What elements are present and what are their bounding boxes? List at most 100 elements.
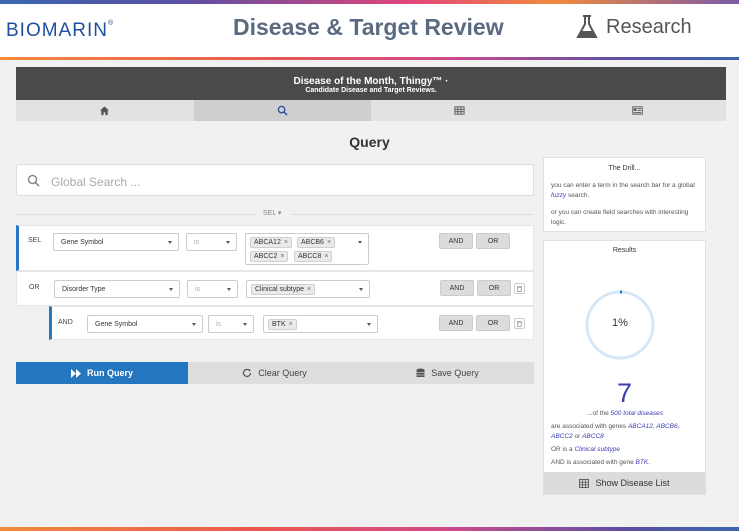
value-tag[interactable]: BTK ×	[268, 319, 297, 330]
row-label: AND	[58, 319, 73, 326]
row-label: SEL	[28, 237, 42, 244]
chevron-down-icon	[227, 288, 231, 291]
remove-tag-icon[interactable]: ×	[307, 286, 311, 293]
sel-divider-label: SEL ▾	[263, 210, 282, 217]
results-and-prefix: AND is associated with gene	[551, 459, 636, 466]
and-button[interactable]: AND	[439, 315, 473, 331]
clear-query-button[interactable]: Clear Query	[188, 362, 361, 384]
refresh-icon	[243, 368, 252, 378]
value-multiselect[interactable]: Clinical subtype ×	[246, 280, 370, 298]
footer-stripe	[0, 527, 739, 531]
delete-row-button[interactable]	[514, 318, 525, 329]
logo-text: BIOMARIN	[6, 20, 108, 41]
or-button[interactable]: OR	[476, 233, 510, 249]
remove-tag-icon[interactable]: ×	[327, 239, 331, 246]
value-multiselect[interactable]: ABCA12 × ABCB6 × ABCC2 × ABCC8 ×	[245, 233, 369, 265]
divider-line-left	[16, 214, 256, 215]
operator-select[interactable]: is	[186, 233, 237, 251]
tag-label: BTK	[272, 321, 286, 328]
remove-tag-icon[interactable]: ×	[289, 321, 293, 328]
tab-home[interactable]	[16, 100, 194, 121]
chevron-down-icon	[367, 323, 371, 326]
results-assoc-prefix: are associated with genes	[551, 423, 628, 430]
drill-title: The Drill...	[608, 165, 641, 172]
or-button[interactable]: OR	[476, 315, 510, 331]
chevron-down-icon	[168, 241, 172, 244]
sel-divider[interactable]: SEL ▾	[16, 209, 534, 219]
header-top-stripe	[0, 0, 739, 4]
tab-table[interactable]	[371, 100, 549, 121]
app-header: BIOMARIN® Disease & Target Review Resear…	[0, 0, 739, 60]
results-gene-abcc8: ABCC8	[582, 433, 604, 440]
id-card-icon	[632, 106, 643, 115]
value-tag[interactable]: ABCA12 ×	[250, 237, 292, 248]
results-clinical-subtype: Clinical subtype	[574, 446, 621, 453]
tab-cards[interactable]	[549, 100, 727, 121]
remove-tag-icon[interactable]: ×	[280, 253, 284, 260]
value-tag[interactable]: ABCB6 ×	[297, 237, 336, 248]
operator-value: is	[195, 286, 201, 293]
show-disease-list-button[interactable]: Show Disease List	[544, 472, 705, 494]
results-gene-abcc2: ABCC2	[551, 433, 573, 440]
operator-select[interactable]: is	[208, 315, 254, 333]
clear-query-label: Clear Query	[258, 368, 307, 378]
run-query-button[interactable]: Run Query	[16, 362, 188, 384]
results-count: 7	[616, 378, 633, 408]
field-select[interactable]: Disorder Type	[54, 280, 180, 298]
field-select-value: Gene Symbol	[95, 321, 138, 328]
banner-title: Disease of the Month, Thingy™ ·	[293, 76, 449, 87]
results-gene-btk: BTK	[635, 459, 649, 466]
field-select-value: Gene Symbol	[61, 239, 104, 246]
query-heading: Query	[349, 134, 390, 150]
value-tag[interactable]: Clinical subtype ×	[251, 284, 316, 295]
database-icon	[416, 368, 425, 377]
drill-text-1a: you can enter a term in the search bar f…	[551, 182, 695, 189]
value-tag[interactable]: ABCC8 ×	[294, 251, 333, 262]
and-button[interactable]: AND	[440, 280, 474, 296]
operator-value: is	[194, 239, 200, 246]
save-query-button[interactable]: Save Query	[361, 362, 534, 384]
drill-panel: The Drill... you can enter a term in the…	[543, 157, 706, 232]
chevron-down-icon	[358, 241, 362, 244]
biomarin-logo[interactable]: BIOMARIN®	[6, 20, 114, 42]
flask-icon	[576, 15, 598, 38]
trash-icon	[516, 286, 523, 292]
total-diseases-link[interactable]: 500 total diseases	[611, 410, 663, 417]
home-icon	[100, 106, 110, 116]
show-disease-list-label: Show Disease List	[595, 478, 670, 488]
global-search-input[interactable]	[49, 171, 523, 193]
value-multiselect[interactable]: BTK ×	[263, 315, 378, 333]
global-search	[16, 164, 534, 196]
trash-icon	[516, 321, 523, 327]
chevron-down-icon	[359, 288, 363, 291]
results-genes: ABCA12, ABCB6,	[627, 423, 680, 430]
results-percent: 1%	[612, 317, 628, 329]
remove-tag-icon[interactable]: ×	[324, 253, 328, 260]
run-query-label: Run Query	[86, 368, 133, 378]
research-link[interactable]: Research	[576, 14, 692, 40]
results-panel: Results 1% 7 ...of the 500 total disease…	[543, 240, 706, 495]
chevron-down-icon	[169, 288, 173, 291]
remove-tag-icon[interactable]: ×	[284, 239, 288, 246]
results-of-line: ...of the 500 total diseases	[551, 409, 699, 419]
results-and-suffix: .	[648, 459, 651, 466]
operator-select[interactable]: is	[187, 280, 238, 298]
and-button[interactable]: AND	[439, 233, 473, 249]
value-tag[interactable]: ABCC2 ×	[250, 251, 289, 262]
banner: Disease of the Month, Thingy™ · Candidat…	[16, 67, 726, 100]
field-select[interactable]: Gene Symbol	[87, 315, 203, 333]
row-label: OR	[29, 284, 40, 291]
fast-forward-icon	[70, 368, 81, 378]
sel-label: SEL	[263, 210, 276, 217]
field-select[interactable]: Gene Symbol	[53, 233, 179, 251]
tab-search[interactable]	[193, 100, 371, 121]
tag-label: ABCC8	[298, 253, 322, 260]
or-button[interactable]: OR	[477, 280, 511, 296]
drill-text-1: you can enter a term in the search bar f…	[551, 181, 699, 201]
delete-row-button[interactable]	[514, 283, 525, 294]
results-of-prefix: ...of the	[587, 410, 611, 417]
chevron-down-icon	[243, 323, 247, 326]
research-label: Research	[606, 15, 692, 38]
results-or-line: OR is a Clinical subtype	[551, 445, 699, 455]
banner-subtitle: Candidate Disease and Target Reviews.	[305, 87, 437, 94]
